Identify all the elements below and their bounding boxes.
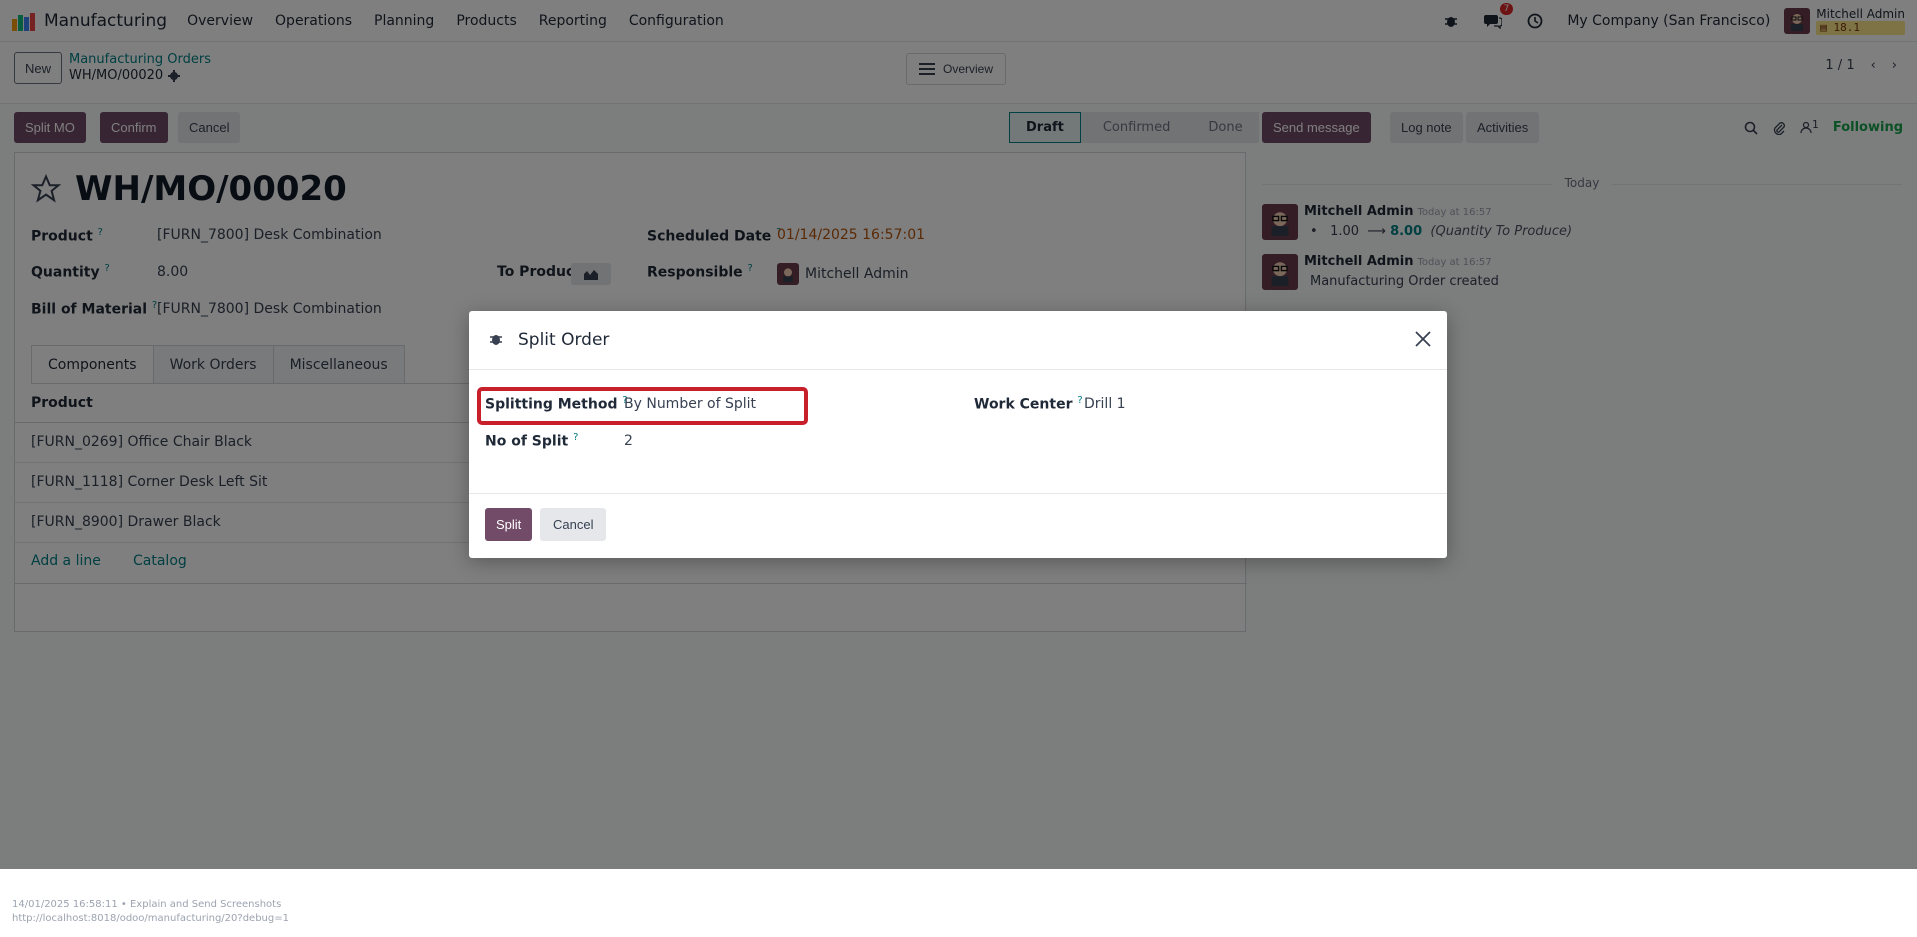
no-of-split-label: No of Split ? <box>485 432 579 450</box>
footer-timestamp: 14/01/2025 16:58:11 • Explain and Send S… <box>12 899 282 910</box>
split-order-dialog: Split Order Splitting Method ? By Number… <box>469 311 1447 558</box>
no-of-split-input[interactable]: 2 <box>624 433 633 449</box>
work-center-field[interactable]: Drill 1 <box>1084 396 1126 412</box>
app: Manufacturing Overview Operations Planni… <box>0 0 1917 869</box>
cancel-button[interactable]: Cancel <box>540 508 607 541</box>
modal-title: Split Order <box>518 330 610 350</box>
splitting-method-label: Splitting Method ? <box>485 395 628 413</box>
modal-header: Split Order <box>469 311 1447 370</box>
close-icon[interactable] <box>1413 329 1433 349</box>
footer-url: http://localhost:8018/odoo/manufacturing… <box>12 913 289 924</box>
splitting-method-select[interactable]: By Number of Split <box>624 396 756 412</box>
screenshot-footer: 14/01/2025 16:58:11 • Explain and Send S… <box>0 869 1917 937</box>
modal-footer: Split Cancel <box>469 493 1447 558</box>
split-button[interactable]: Split <box>485 508 533 541</box>
work-center-label: Work Center ? <box>974 395 1083 413</box>
debug-bug-icon[interactable] <box>489 332 503 346</box>
